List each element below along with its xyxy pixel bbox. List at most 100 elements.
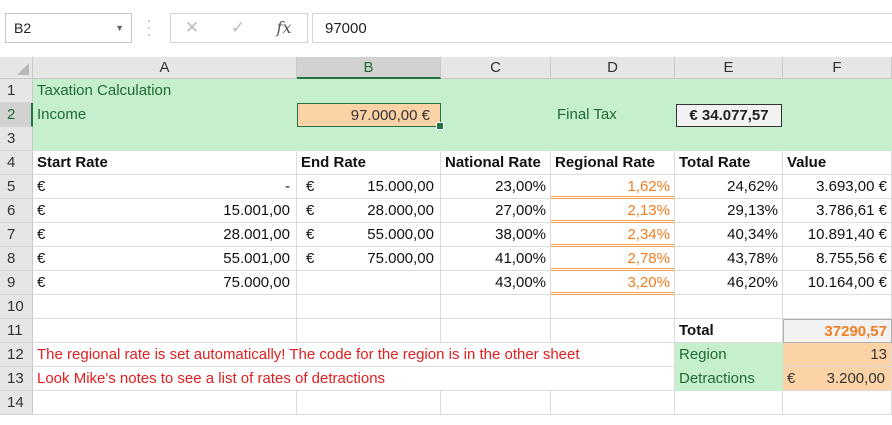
start-rate-value: 75.000,00	[223, 274, 290, 291]
row-header-10[interactable]: 10	[0, 295, 33, 319]
column-header-d[interactable]: D	[551, 57, 675, 79]
cell-d11[interactable]	[551, 319, 675, 343]
cell-a14[interactable]	[33, 391, 297, 415]
cell-c14[interactable]	[441, 391, 551, 415]
row-header-12[interactable]: 12	[0, 343, 33, 367]
fill-handle[interactable]	[436, 122, 444, 130]
income-value: 97.000,00 €	[350, 107, 430, 124]
cell-a10[interactable]	[33, 295, 297, 319]
cell-d2[interactable]: Final Tax	[551, 103, 675, 127]
header-national-rate[interactable]: National Rate	[441, 151, 551, 175]
cell-a11[interactable]	[33, 319, 297, 343]
cell-c10[interactable]	[441, 295, 551, 319]
cell-f14[interactable]	[783, 391, 892, 415]
drag-handle-icon[interactable]: · · ·	[146, 13, 152, 41]
cell-end-rate[interactable]: € 75.000,00	[297, 247, 441, 271]
cell-e14[interactable]	[675, 391, 783, 415]
cell-b10[interactable]	[297, 295, 441, 319]
cell-b11[interactable]	[297, 319, 441, 343]
header-regional-rate[interactable]: Regional Rate	[551, 151, 675, 175]
header-total-rate[interactable]: Total Rate	[675, 151, 783, 175]
row-header-5[interactable]: 5	[0, 175, 33, 199]
enter-icon[interactable]: ✓	[223, 17, 253, 39]
row-header-11[interactable]: 11	[0, 319, 33, 343]
header-end-rate[interactable]: End Rate	[297, 151, 441, 175]
cell-b14[interactable]	[297, 391, 441, 415]
name-box[interactable]: B2 ▼	[5, 13, 132, 43]
currency-symbol: €	[37, 226, 46, 243]
cell-e2[interactable]: € 34.077,57	[675, 103, 783, 127]
cancel-icon[interactable]: ✕	[177, 17, 207, 39]
cell-total-rate[interactable]: 46,20%	[675, 271, 783, 295]
region-label[interactable]: Region	[675, 343, 783, 367]
cell-c11[interactable]	[441, 319, 551, 343]
cell-regional-rate[interactable]: 2,34%	[551, 223, 675, 247]
cell-national-rate[interactable]: 41,00%	[441, 247, 551, 271]
cell-national-rate[interactable]: 38,00%	[441, 223, 551, 247]
note-detractions[interactable]: Look Mike's notes to see a list of rates…	[33, 367, 675, 391]
row-header-6[interactable]: 6	[0, 199, 33, 223]
row-header-8[interactable]: 8	[0, 247, 33, 271]
row-header-1[interactable]: 1	[0, 79, 33, 103]
row-3-cells[interactable]	[33, 127, 892, 151]
insert-function-icon[interactable]: fx	[269, 17, 299, 39]
cell-start-rate[interactable]: € -	[33, 175, 297, 199]
header-start-rate[interactable]: Start Rate	[33, 151, 297, 175]
detractions-cell[interactable]: € 3.200,00	[783, 367, 892, 391]
header-value[interactable]: Value	[783, 151, 892, 175]
row-header-3[interactable]: 3	[0, 127, 33, 151]
row-header-14[interactable]: 14	[0, 391, 33, 415]
cell-a2[interactable]: Income	[33, 103, 297, 127]
chevron-down-icon[interactable]: ▼	[115, 23, 124, 33]
column-header-a[interactable]: A	[33, 57, 297, 79]
cell-start-rate[interactable]: € 75.000,00	[33, 271, 297, 295]
income-input-cell[interactable]: 97.000,00 €	[297, 103, 444, 130]
cell-a1[interactable]: Taxation Calculation	[33, 79, 892, 103]
region-value[interactable]: 13	[783, 343, 892, 367]
column-header-e[interactable]: E	[675, 57, 783, 79]
cell-value[interactable]: 10.164,00 €	[783, 271, 892, 295]
row-header-7[interactable]: 7	[0, 223, 33, 247]
column-header-f[interactable]: F	[783, 57, 892, 79]
cell-regional-rate[interactable]: 3,20%	[551, 271, 675, 295]
note-regional-rate[interactable]: The regional rate is set automatically! …	[33, 343, 675, 367]
cell-f2[interactable]	[783, 103, 892, 127]
total-value[interactable]: 37290,57	[783, 319, 892, 343]
cell-d14[interactable]	[551, 391, 675, 415]
column-header-b[interactable]: B	[297, 57, 441, 79]
cell-regional-rate[interactable]: 2,13%	[551, 199, 675, 223]
row-header-2[interactable]: 2	[0, 103, 33, 127]
cell-start-rate[interactable]: € 55.001,00	[33, 247, 297, 271]
select-all-button[interactable]	[0, 57, 33, 79]
cell-start-rate[interactable]: € 15.001,00	[33, 199, 297, 223]
cell-c2[interactable]	[441, 103, 551, 127]
cell-national-rate[interactable]: 27,00%	[441, 199, 551, 223]
row-header-9[interactable]: 9	[0, 271, 33, 295]
row-header-4[interactable]: 4	[0, 151, 33, 175]
cell-value[interactable]: 10.891,40 €	[783, 223, 892, 247]
formula-input[interactable]: 97000	[312, 13, 892, 43]
cell-end-rate[interactable]	[297, 271, 441, 295]
cell-total-rate[interactable]: 43,78%	[675, 247, 783, 271]
cell-national-rate[interactable]: 23,00%	[441, 175, 551, 199]
cell-end-rate[interactable]: € 55.000,00	[297, 223, 441, 247]
cell-value[interactable]: 3.693,00 €	[783, 175, 892, 199]
detractions-label[interactable]: Detractions	[675, 367, 783, 391]
cell-total-rate[interactable]: 24,62%	[675, 175, 783, 199]
cell-end-rate[interactable]: € 28.000,00	[297, 199, 441, 223]
cell-national-rate[interactable]: 43,00%	[441, 271, 551, 295]
cell-e10[interactable]	[675, 295, 783, 319]
cell-d10[interactable]	[551, 295, 675, 319]
cell-total-rate[interactable]: 40,34%	[675, 223, 783, 247]
cell-value[interactable]: 8.755,56 €	[783, 247, 892, 271]
cell-value[interactable]: 3.786,61 €	[783, 199, 892, 223]
cell-total-rate[interactable]: 29,13%	[675, 199, 783, 223]
cell-regional-rate[interactable]: 2,78%	[551, 247, 675, 271]
cell-end-rate[interactable]: € 15.000,00	[297, 175, 441, 199]
cell-start-rate[interactable]: € 28.001,00	[33, 223, 297, 247]
row-header-13[interactable]: 13	[0, 367, 33, 391]
cell-regional-rate[interactable]: 1,62%	[551, 175, 675, 199]
cell-f10[interactable]	[783, 295, 892, 319]
column-header-c[interactable]: C	[441, 57, 551, 79]
total-label[interactable]: Total	[675, 319, 783, 343]
